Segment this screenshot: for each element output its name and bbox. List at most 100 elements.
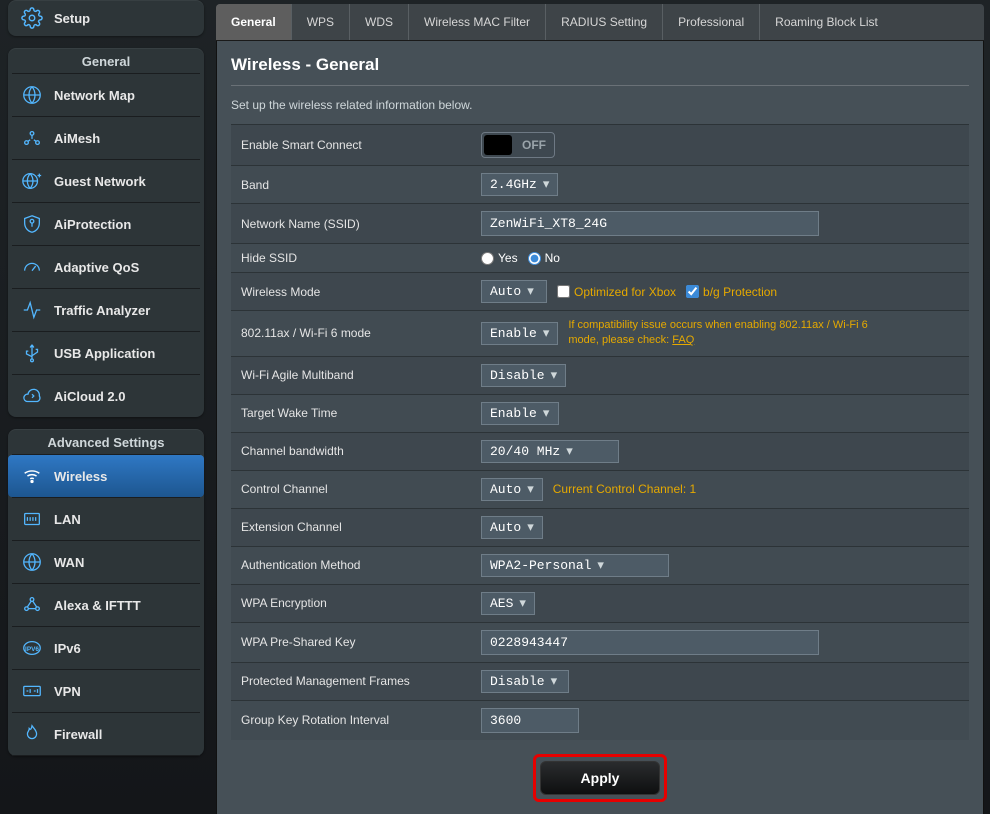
sidebar-item-label: Adaptive QoS	[54, 260, 139, 275]
tabs-bar: General WPS WDS Wireless MAC Filter RADI…	[216, 4, 984, 41]
tab-roaming-block[interactable]: Roaming Block List	[760, 4, 893, 40]
sidebar-item-label: Wireless	[54, 469, 107, 484]
apply-button[interactable]: Apply	[540, 761, 661, 795]
apply-highlight: Apply	[533, 754, 668, 802]
control-channel-select[interactable]: Auto▾	[481, 478, 543, 501]
wpa-key-label: WPA Pre-Shared Key	[241, 635, 481, 649]
pmf-label: Protected Management Frames	[241, 674, 481, 688]
sidebar-item-vpn[interactable]: VPN	[8, 670, 204, 712]
sidebar-item-label: AiCloud 2.0	[54, 389, 126, 404]
sidebar-item-alexa-ifttt[interactable]: Alexa & IFTTT	[8, 584, 204, 626]
sidebar-item-aiprotection[interactable]: AiProtection	[8, 203, 204, 245]
smart-connect-toggle[interactable]: OFF	[481, 132, 555, 158]
wpa-encryption-label: WPA Encryption	[241, 596, 481, 610]
sidebar-item-label: LAN	[54, 512, 81, 527]
tab-general[interactable]: General	[216, 4, 292, 40]
sidebar-item-label: Setup	[54, 11, 90, 26]
chevron-down-icon: ▾	[527, 520, 534, 535]
sidebar-item-firewall[interactable]: Firewall	[8, 713, 204, 755]
link-icon	[20, 593, 44, 617]
sidebar-item-label: VPN	[54, 684, 81, 699]
sidebar-item-network-map[interactable]: Network Map	[8, 74, 204, 116]
lan-icon	[20, 507, 44, 531]
agile-multiband-label: Wi-Fi Agile Multiband	[241, 368, 481, 382]
hide-ssid-label: Hide SSID	[241, 251, 481, 265]
agile-multiband-select[interactable]: Disable▾	[481, 364, 566, 387]
tab-wps[interactable]: WPS	[292, 4, 350, 40]
wpa-encryption-select[interactable]: AES▾	[481, 592, 535, 615]
sidebar-item-label: WAN	[54, 555, 84, 570]
mesh-icon	[20, 126, 44, 150]
sidebar-item-aimesh[interactable]: AiMesh	[8, 117, 204, 159]
tab-professional[interactable]: Professional	[663, 4, 760, 40]
ax-mode-label: 802.11ax / Wi-Fi 6 mode	[241, 326, 481, 340]
panel-desc: Set up the wireless related information …	[231, 98, 969, 112]
faq-link[interactable]: FAQ	[672, 334, 694, 346]
sidebar-header-advanced: Advanced Settings	[8, 429, 204, 454]
chevron-down-icon: ▾	[543, 406, 550, 421]
smart-connect-label: Enable Smart Connect	[241, 138, 481, 152]
band-select[interactable]: 2.4GHz▾	[481, 173, 558, 196]
sidebar-item-wan[interactable]: WAN	[8, 541, 204, 583]
chevron-down-icon: ▾	[597, 558, 604, 573]
sidebar-item-guest-network[interactable]: Guest Network	[8, 160, 204, 202]
chevron-down-icon: ▾	[543, 177, 550, 192]
cloud-icon	[20, 384, 44, 408]
activity-icon	[20, 298, 44, 322]
group-key-interval-label: Group Key Rotation Interval	[241, 713, 481, 727]
gauge-icon	[20, 255, 44, 279]
fire-icon	[20, 722, 44, 746]
tab-mac-filter[interactable]: Wireless MAC Filter	[409, 4, 546, 40]
hide-ssid-yes[interactable]	[481, 252, 494, 265]
tab-radius[interactable]: RADIUS Setting	[546, 4, 663, 40]
sidebar-item-wireless[interactable]: Wireless	[8, 455, 204, 497]
ax-mode-select[interactable]: Enable▾	[481, 322, 558, 345]
sidebar-item-setup[interactable]: Setup	[8, 0, 204, 36]
optimized-xbox-checkbox[interactable]	[557, 285, 570, 298]
channel-bw-select[interactable]: 20/40 MHz▾	[481, 440, 619, 463]
sidebar-item-ipv6[interactable]: IPV6IPv6	[8, 627, 204, 669]
chevron-down-icon: ▾	[543, 326, 550, 341]
hide-ssid-no[interactable]	[528, 252, 541, 265]
wpa-key-input[interactable]	[481, 630, 819, 655]
control-channel-label: Control Channel	[241, 482, 481, 496]
current-channel-note: Current Control Channel: 1	[553, 482, 696, 496]
vpn-icon	[20, 679, 44, 703]
ax-note: If compatibility issue occurs when enabl…	[568, 318, 898, 349]
sidebar-item-label: AiProtection	[54, 217, 131, 232]
chevron-down-icon: ▾	[519, 596, 526, 611]
sidebar-item-aicloud[interactable]: AiCloud 2.0	[8, 375, 204, 417]
sidebar-item-adaptive-qos[interactable]: Adaptive QoS	[8, 246, 204, 288]
auth-method-select[interactable]: WPA2-Personal▾	[481, 554, 669, 577]
pmf-select[interactable]: Disable▾	[481, 670, 569, 693]
wireless-mode-label: Wireless Mode	[241, 285, 481, 299]
wifi-icon	[20, 464, 44, 488]
chevron-down-icon: ▾	[527, 482, 534, 497]
extension-channel-select[interactable]: Auto▾	[481, 516, 543, 539]
sidebar-item-lan[interactable]: LAN	[8, 498, 204, 540]
sidebar-item-label: Guest Network	[54, 174, 146, 189]
sidebar-header-general: General	[8, 48, 204, 73]
target-wake-time-select[interactable]: Enable▾	[481, 402, 559, 425]
sidebar-item-traffic-analyzer[interactable]: Traffic Analyzer	[8, 289, 204, 331]
extension-channel-label: Extension Channel	[241, 520, 481, 534]
bg-protection-checkbox[interactable]	[686, 285, 699, 298]
sidebar-item-usb-application[interactable]: USB Application	[8, 332, 204, 374]
svg-text:IPV6: IPV6	[25, 646, 39, 653]
globe-icon	[20, 550, 44, 574]
globe-plus-icon	[20, 169, 44, 193]
sidebar-item-label: Network Map	[54, 88, 135, 103]
ssid-input[interactable]	[481, 211, 819, 236]
shield-icon	[20, 212, 44, 236]
sidebar-item-label: Alexa & IFTTT	[54, 598, 141, 613]
panel-title: Wireless - General	[231, 55, 969, 86]
chevron-down-icon: ▾	[527, 284, 534, 299]
group-key-interval-input[interactable]	[481, 708, 579, 733]
band-label: Band	[241, 178, 481, 192]
sidebar-item-label: Firewall	[54, 727, 102, 742]
tab-wds[interactable]: WDS	[350, 4, 409, 40]
sidebar-item-label: AiMesh	[54, 131, 100, 146]
globe-icon	[20, 83, 44, 107]
wireless-mode-select[interactable]: Auto▾	[481, 280, 547, 303]
sidebar-item-label: USB Application	[54, 346, 155, 361]
